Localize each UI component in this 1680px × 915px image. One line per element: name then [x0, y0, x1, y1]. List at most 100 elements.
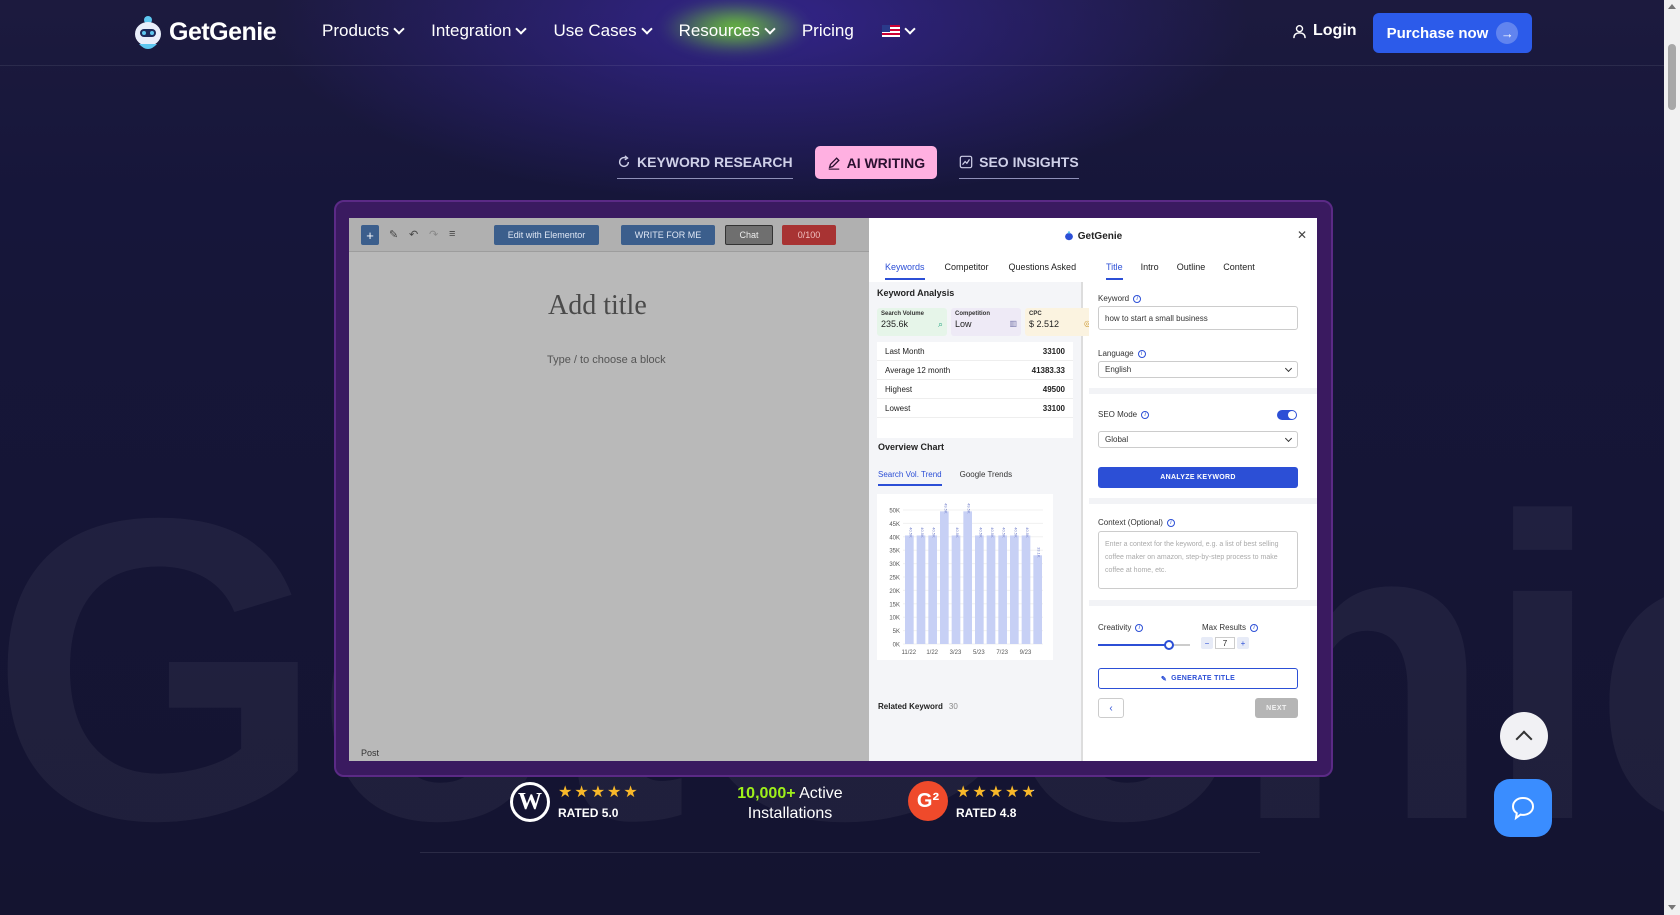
usage-counter[interactable]: 0/100 [782, 225, 836, 245]
support-chat-button[interactable] [1494, 779, 1552, 837]
add-block-button[interactable]: + [361, 225, 379, 245]
language-label: Language i [1098, 349, 1146, 358]
pen-icon [828, 156, 840, 170]
installs-text-1: Active [799, 785, 843, 802]
info-icon[interactable]: i [1250, 623, 1259, 632]
generate-title-button[interactable]: ✎ GENERATE TITLE [1098, 668, 1298, 689]
panel-title: GetGenie [1077, 230, 1123, 242]
nav-resources[interactable]: Resources [679, 21, 776, 41]
tab-title[interactable]: Title [1106, 262, 1123, 280]
info-icon[interactable]: i [1133, 294, 1142, 303]
keyword-analysis-column[interactable]: Keyword Analysis Search Volume 235.6k ⌕ Co… [869, 282, 1095, 761]
keyword-metrics: Search Volume 235.6k ⌕ Competition Low ▥ CPC… [877, 308, 1095, 336]
editor-toolbar: + ✎ ↶ ↷ ≡ Edit with Elementor WRITE FOR … [349, 218, 869, 252]
max-results-label: Max Results i [1202, 623, 1259, 632]
chevron-left-icon: ‹ [1109, 702, 1113, 714]
bar [986, 535, 996, 644]
back-button[interactable]: ‹ [1098, 698, 1124, 718]
nav-use-cases[interactable]: Use Cases [553, 21, 653, 41]
data-label: 49.5K [943, 503, 948, 514]
slider-handle[interactable] [1164, 640, 1174, 650]
tab-keyword-research[interactable]: KEYWORD RESEARCH [617, 146, 793, 179]
y-tick-label: 50K [889, 509, 900, 515]
tab-content[interactable]: Content [1223, 262, 1255, 280]
data-label: 40.5K [1013, 527, 1018, 538]
next-button[interactable]: NEXT [1255, 698, 1298, 718]
y-tick-label: 5K [893, 629, 900, 635]
tab-questions-asked[interactable]: Questions Asked [1009, 262, 1077, 280]
tab-ai-writing[interactable]: AI WRITING [814, 146, 938, 179]
bar [1010, 535, 1019, 644]
analyze-keyword-button[interactable]: ANALYZE KEYWORD [1098, 467, 1298, 488]
metric-label: CPC [1029, 311, 1042, 317]
installs-text-2: Installations [747, 805, 833, 822]
star-icon: ★ [623, 784, 638, 801]
metric-value: 235.6k [881, 319, 909, 329]
data-label: 40.5K [978, 527, 983, 538]
block-hint[interactable]: Type / to choose a block [547, 354, 666, 366]
stat-value: 49500 [1042, 384, 1065, 394]
redo-icon[interactable]: ↷ [429, 228, 438, 241]
g2-stars: ★ ★ ★ ★ ★ [956, 782, 1036, 802]
scroll-up-arrow[interactable] [1668, 4, 1676, 9]
star-icon: ★ [607, 784, 622, 801]
nav-pricing[interactable]: Pricing [802, 21, 854, 41]
bar [916, 535, 926, 644]
info-icon[interactable]: i [1135, 623, 1144, 632]
table-row: Average 12 month 41383.33 [877, 361, 1073, 380]
g2-rating: RATED 4.8 [956, 806, 1017, 820]
write-for-me-button[interactable]: WRITE FOR ME [621, 225, 715, 245]
brand-logo[interactable]: GetGenie [133, 12, 277, 52]
close-icon[interactable]: ✕ [1297, 228, 1307, 242]
tab-intro[interactable]: Intro [1141, 262, 1159, 280]
login-label: Login [1313, 22, 1357, 39]
seo-mode-toggle[interactable] [1277, 410, 1297, 420]
scroll-down-arrow[interactable] [1668, 905, 1676, 910]
section-divider [420, 852, 1260, 853]
language-value: English [1105, 365, 1132, 374]
pencil-icon[interactable]: ✎ [389, 228, 398, 241]
undo-icon[interactable]: ↶ [409, 228, 418, 241]
nav-products[interactable]: Products [322, 21, 405, 41]
related-keyword-heading: Related Keyword 30 [878, 702, 958, 711]
info-icon[interactable]: i [1166, 518, 1175, 527]
page-scrollbar[interactable] [1664, 0, 1680, 915]
tab-competitor[interactable]: Competitor [945, 262, 989, 280]
data-label: 40.5K [1025, 527, 1030, 538]
nav-use-cases-label: Use Cases [553, 21, 637, 40]
tab-google-trends[interactable]: Google Trends [960, 470, 1012, 486]
stat-label: Highest [885, 384, 913, 394]
language-selector[interactable] [881, 21, 916, 41]
nav-integration[interactable]: Integration [431, 21, 528, 41]
purchase-now-button[interactable]: Purchase now → [1373, 13, 1532, 53]
post-title-input[interactable]: Add title [548, 290, 647, 322]
chat-button[interactable]: Chat [725, 225, 773, 245]
list-view-icon[interactable]: ≡ [449, 228, 455, 240]
tab-outline[interactable]: Outline [1177, 262, 1206, 280]
x-tick-label: 3/23 [950, 650, 962, 656]
max-results-value[interactable]: 7 [1215, 637, 1235, 649]
info-icon[interactable]: i [1137, 349, 1146, 358]
scrollbar-thumb[interactable] [1668, 44, 1676, 110]
info-icon[interactable]: i [1141, 410, 1150, 419]
increment-button[interactable]: + [1237, 637, 1249, 649]
region-select[interactable]: Global [1098, 431, 1298, 448]
y-tick-label: 20K [889, 589, 900, 595]
bar [998, 535, 1007, 644]
search-volume-chart-svg: 0K 5K 10K 15K 20K 25K 30K 35K 40K 45K 50K 40.5K 40.5… [889, 503, 1043, 656]
metric-value: Low [955, 319, 972, 329]
star-icon: ★ [574, 784, 589, 801]
edit-with-elementor-button[interactable]: Edit with Elementor [494, 225, 599, 245]
scroll-to-top-button[interactable] [1500, 712, 1548, 760]
context-textarea[interactable]: Enter a context for the keyword, e.g. a … [1098, 531, 1298, 589]
login-link[interactable]: Login [1292, 22, 1357, 40]
decrement-button[interactable]: − [1201, 637, 1213, 649]
creativity-slider[interactable] [1098, 640, 1190, 650]
y-tick-label: 10K [889, 616, 900, 622]
tab-keywords[interactable]: Keywords [885, 262, 925, 280]
language-select[interactable]: English [1098, 361, 1298, 378]
stat-label: Average 12 month [885, 365, 951, 375]
tab-search-vol-trend[interactable]: Search Vol. Trend [878, 470, 942, 486]
tab-seo-insights[interactable]: SEO INSIGHTS [959, 146, 1079, 179]
keyword-input[interactable]: how to start a small business [1098, 306, 1298, 330]
